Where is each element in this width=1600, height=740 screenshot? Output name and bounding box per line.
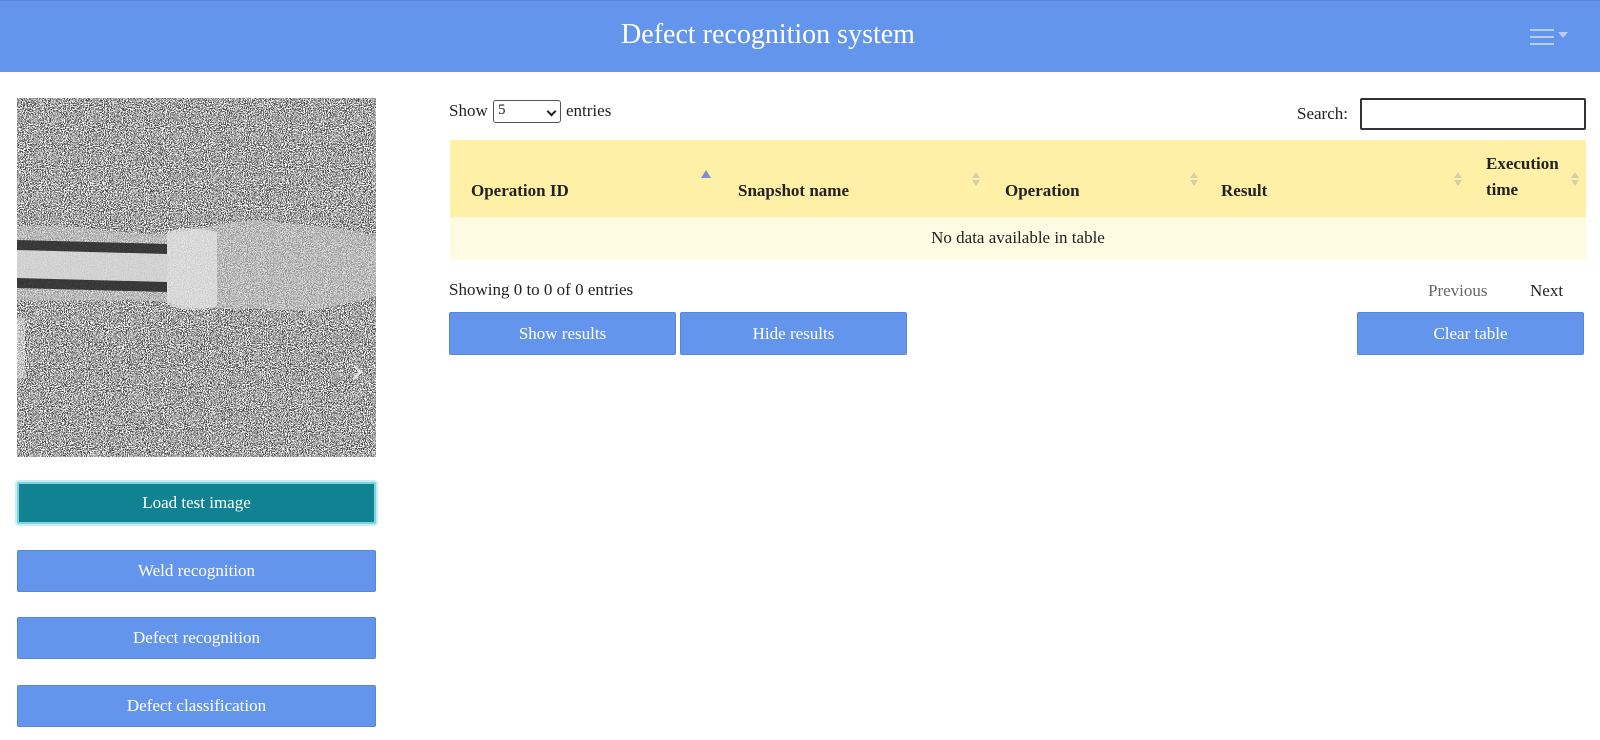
hide-results-button[interactable]: Hide results xyxy=(680,312,907,355)
table-info: Showing 0 to 0 of 0 entries xyxy=(449,280,634,299)
show-results-button[interactable]: Show results xyxy=(449,312,676,355)
sort-up-icon xyxy=(1454,172,1462,178)
weld-recognition-button[interactable]: Weld recognition xyxy=(17,550,376,592)
column-header-operation-id[interactable]: Operation ID xyxy=(471,181,569,201)
sort-up-icon xyxy=(1571,172,1579,178)
sort-down-icon xyxy=(1190,180,1198,186)
empty-table-message: No data available in table xyxy=(931,228,1105,247)
menu-toggle-button[interactable] xyxy=(1524,25,1572,51)
entries-length-value: 5 xyxy=(498,102,506,118)
top-navbar: Defect recognition system xyxy=(0,0,1600,72)
test-image-preview: › xyxy=(17,98,376,457)
table-row: No data available in table xyxy=(450,217,1586,260)
column-header-execution-line1: Execution xyxy=(1486,154,1559,173)
sort-up-icon xyxy=(1190,172,1198,178)
previous-page-button[interactable]: Previous xyxy=(1428,281,1488,301)
sort-down-icon xyxy=(972,180,980,186)
search-label: Search: xyxy=(1297,104,1348,123)
sort-asc-active-icon xyxy=(701,170,711,178)
next-page-button[interactable]: Next xyxy=(1530,281,1563,301)
sort-down-icon xyxy=(1571,180,1579,186)
column-header-operation[interactable]: Operation xyxy=(1005,181,1080,201)
column-header-execution-line2: time xyxy=(1486,180,1519,199)
caret-down-icon xyxy=(1558,32,1568,38)
search-input[interactable] xyxy=(1360,98,1586,130)
defect-recognition-button[interactable]: Defect recognition xyxy=(17,617,376,659)
sort-up-icon xyxy=(972,172,980,178)
show-label: Show xyxy=(449,101,488,120)
clear-table-button[interactable]: Clear table xyxy=(1357,312,1584,355)
app-title: Defect recognition system xyxy=(621,19,915,50)
defect-classification-button[interactable]: Defect classification xyxy=(17,685,376,727)
column-header-execution-time[interactable]: Execution time xyxy=(1486,154,1559,200)
column-header-snapshot-name[interactable]: Snapshot name xyxy=(738,181,849,201)
entries-label: entries xyxy=(566,101,612,120)
next-image-chevron-icon[interactable]: › xyxy=(351,354,365,388)
table-header: Operation ID Snapshot name Operation Res… xyxy=(450,140,1586,217)
load-test-image-button[interactable]: Load test image xyxy=(17,482,376,524)
column-header-result[interactable]: Result xyxy=(1221,181,1267,201)
sort-down-icon xyxy=(1454,180,1462,186)
